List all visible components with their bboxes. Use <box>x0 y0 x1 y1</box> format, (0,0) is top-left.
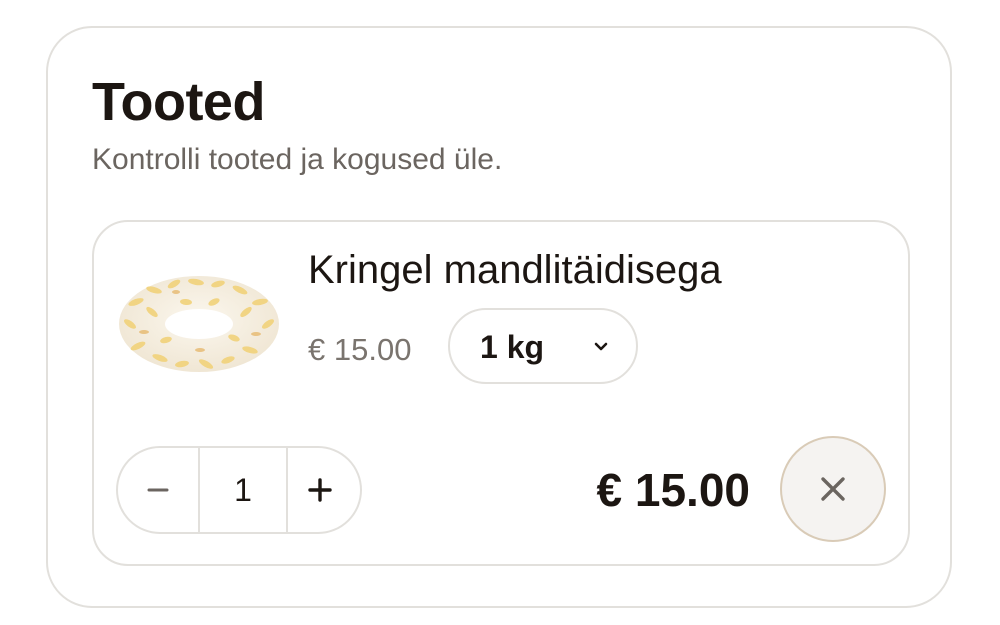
product-name: Kringel mandlitäidisega <box>308 248 722 292</box>
quantity-value[interactable]: 1 <box>198 448 288 532</box>
decrease-quantity-button[interactable] <box>118 448 198 532</box>
remove-item-button[interactable] <box>780 436 886 542</box>
close-icon <box>821 477 845 501</box>
quantity-stepper: 1 <box>116 446 362 534</box>
minus-icon <box>147 488 169 492</box>
plus-icon <box>308 478 332 502</box>
cart-item-card: Kringel mandlitäidisega € 15.00 1 kg 1 €… <box>92 220 910 566</box>
size-select[interactable]: 1 kg <box>448 308 638 384</box>
section-subtitle: Kontrolli tooted ja kogused üle. <box>92 143 503 176</box>
section-title: Tooted <box>92 72 265 132</box>
line-total: € 15.00 <box>596 464 750 516</box>
products-panel: Tooted Kontrolli tooted ja kogused üle. <box>46 26 952 608</box>
increase-quantity-button[interactable] <box>280 448 360 532</box>
chevron-down-icon <box>594 342 608 351</box>
unit-price: € 15.00 <box>308 332 412 367</box>
size-select-value: 1 kg <box>480 329 545 365</box>
product-image <box>119 276 279 372</box>
